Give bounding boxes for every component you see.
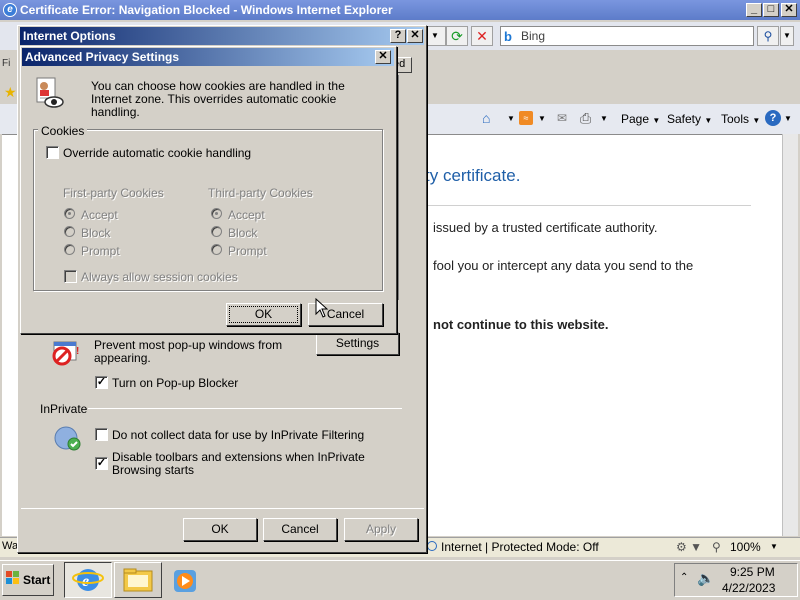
third-party-block-label: Block [228, 226, 258, 240]
internet-explorer-icon: e [72, 569, 104, 591]
third-party-block-radio[interactable] [211, 226, 222, 237]
first-party-block-radio[interactable] [64, 226, 75, 237]
windows-flag-icon [6, 571, 20, 585]
inprivate-heading: InPrivate [40, 402, 88, 416]
zoom-level[interactable]: 100% [730, 540, 761, 554]
feeds-icon[interactable]: ≈ [519, 111, 533, 125]
clock-time[interactable]: 9:25 PM [730, 565, 775, 579]
taskbar-ie-button[interactable]: e [64, 562, 112, 598]
svg-text:e: e [82, 573, 89, 590]
feeds-dropdown-icon[interactable]: ▼ [538, 114, 546, 123]
refresh-icon[interactable]: ⟳ [446, 26, 468, 46]
status-left-fragment: Wa [2, 540, 19, 552]
third-party-accept-radio[interactable] [211, 208, 222, 219]
override-cookies-label: Override automatic cookie handling [63, 146, 252, 160]
disable-toolbars-checkbox[interactable]: ✓ [95, 457, 108, 470]
folder-icon [123, 568, 153, 592]
favorites-star-icon[interactable]: ★ [4, 84, 17, 101]
popup-settings-button[interactable]: Settings [316, 332, 399, 355]
aps-ok-button[interactable]: OK [226, 303, 301, 326]
override-cookies-checkbox[interactable] [46, 146, 59, 159]
globe-icon [427, 541, 437, 551]
home-dropdown-icon[interactable]: ▼ [507, 114, 515, 123]
minimize-button[interactable]: _ [746, 3, 762, 17]
io-footer-divider [21, 508, 424, 509]
mail-icon[interactable]: ✉ [557, 111, 567, 125]
start-label: Start [23, 573, 51, 587]
first-party-accept-label: Accept [81, 208, 118, 222]
print-icon[interactable]: ⎙ [580, 110, 591, 127]
inprivate-filtering-label: Do not collect data for use by InPrivate… [112, 428, 365, 442]
search-button[interactable]: ⚲ [757, 26, 779, 46]
search-input[interactable]: Bing [500, 26, 754, 46]
vertical-scrollbar[interactable] [782, 134, 798, 536]
clock-date[interactable]: 4/22/2023 [722, 581, 775, 595]
cert-error-heading: ty certificate. [425, 166, 521, 185]
popup-blocker-icon: ! [52, 340, 82, 368]
tools-menu[interactable]: Tools ▼ [721, 112, 760, 126]
popup-blocker-label: Turn on Pop-up Blocker [112, 376, 239, 390]
tray-expand-icon[interactable]: ⌃ [680, 572, 688, 583]
first-party-prompt-label: Prompt [81, 244, 120, 258]
advanced-privacy-titlebar: Advanced Privacy Settings [22, 48, 394, 66]
internet-options-titlebar: Internet Options [20, 27, 424, 45]
ie-logo-icon: e [3, 3, 17, 17]
address-dropdown-button[interactable]: ▼ [424, 26, 446, 46]
safety-menu[interactable]: Safety ▼ [667, 112, 712, 126]
io-cancel-button[interactable]: Cancel [263, 518, 337, 541]
print-dropdown-icon[interactable]: ▼ [600, 114, 608, 123]
ie-title: Certificate Error: Navigation Blocked - … [20, 3, 393, 17]
help-dropdown-icon[interactable]: ▼ [784, 114, 792, 123]
svg-text:!: ! [76, 346, 79, 357]
home-icon[interactable]: ⌂ [482, 110, 490, 126]
io-ok-button[interactable]: OK [183, 518, 257, 541]
first-party-block-label: Block [81, 226, 111, 240]
session-cookies-label: Always allow session cookies [81, 270, 238, 284]
taskbar-explorer-button[interactable] [114, 562, 162, 598]
security-zone[interactable]: Internet | Protected Mode: Off [441, 540, 599, 554]
cert-error-recommendation: not continue to this website. [433, 317, 609, 332]
cert-error-line1: issued by a trusted certificate authorit… [433, 220, 658, 235]
popup-blocker-description: Prevent most pop-up windows from appeari… [94, 338, 283, 365]
inprivate-filtering-checkbox[interactable] [95, 428, 108, 441]
heading-divider [425, 205, 751, 206]
first-party-heading: First-party Cookies [63, 186, 164, 200]
help-icon[interactable]: ? [765, 110, 781, 126]
io-help-button[interactable]: ? [390, 29, 406, 43]
inprivate-icon [52, 424, 84, 452]
aps-close-button[interactable]: ✕ [375, 50, 391, 64]
volume-muted-icon[interactable]: 🔈 [697, 570, 714, 587]
zoom-icon[interactable]: ⚲ [712, 540, 721, 554]
protected-mode-icon[interactable]: ⚙ ▼ [676, 540, 702, 554]
internet-options-title: Internet Options [23, 29, 116, 43]
maximize-button[interactable]: □ [763, 3, 779, 17]
aps-description: You can choose how cookies are handled i… [91, 79, 345, 119]
search-dropdown-button[interactable]: ▼ [780, 26, 794, 46]
inprivate-divider [88, 408, 402, 409]
cookies-group-label: Cookies [38, 124, 88, 138]
bing-icon: b [504, 29, 512, 44]
third-party-accept-label: Accept [228, 208, 265, 222]
third-party-heading: Third-party Cookies [208, 186, 313, 200]
first-party-prompt-radio[interactable] [64, 244, 75, 255]
mouse-cursor-icon [315, 297, 329, 318]
zoom-dropdown-icon[interactable]: ▼ [770, 542, 778, 551]
page-menu[interactable]: Page ▼ [621, 112, 660, 126]
third-party-prompt-radio[interactable] [211, 244, 222, 255]
popup-blocker-checkbox[interactable]: ✓ [95, 376, 108, 389]
advanced-privacy-title: Advanced Privacy Settings [25, 50, 180, 64]
first-party-accept-radio[interactable] [64, 208, 75, 219]
stop-icon[interactable]: ✕ [471, 26, 493, 46]
third-party-prompt-label: Prompt [228, 244, 267, 258]
disable-toolbars-label: Disable toolbars and extensions when InP… [112, 450, 365, 477]
session-cookies-checkbox[interactable] [64, 270, 77, 283]
io-apply-button[interactable]: Apply [344, 518, 418, 541]
io-close-button[interactable]: ✕ [407, 29, 423, 43]
cert-error-line2: fool you or intercept any data you send … [433, 258, 694, 273]
ie-titlebar: Certificate Error: Navigation Blocked - … [0, 0, 800, 20]
privacy-icon [34, 76, 66, 110]
close-button[interactable]: ✕ [781, 3, 797, 17]
media-player-icon[interactable] [170, 566, 200, 596]
